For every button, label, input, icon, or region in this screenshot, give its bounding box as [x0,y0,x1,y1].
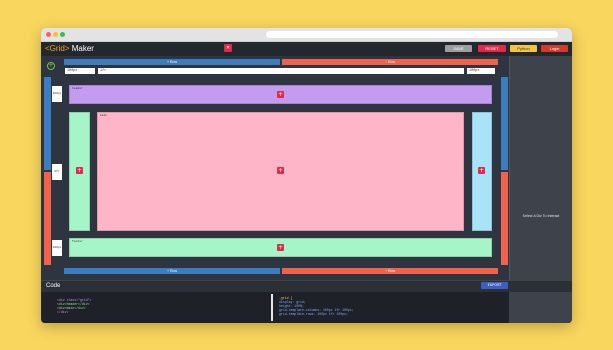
col-input-1[interactable]: 100px [65,68,95,74]
minimize-dot[interactable] [53,32,58,37]
trash-icon[interactable]: ✕ [224,44,232,52]
add-col-right-button[interactable] [501,77,508,170]
export-button[interactable]: EXPORT [481,282,508,289]
address-bar[interactable] [266,31,558,38]
properties-panel: Select A Div To Interact [509,56,572,308]
col-input-2[interactable]: 1fr [98,68,464,74]
code-title: Code [46,283,61,289]
add-row-top-button[interactable]: + Row [64,59,280,65]
save-label: SAVE [453,46,464,51]
python-button[interactable]: Python [510,45,537,52]
browser-chrome [41,28,572,42]
add-row-label: Row [170,60,178,64]
area-label: footer [72,240,83,243]
code-side-panel [509,292,572,323]
remove-row-label: Row [388,269,396,273]
add-row-label: Row [170,269,178,273]
add-area-button[interactable]: + [277,244,284,251]
python-label: Python [517,46,530,51]
area-label: header [72,87,83,90]
remove-col-left-button[interactable] [44,172,51,265]
add-area-button[interactable]: + [76,167,83,174]
add-col-left-button[interactable] [44,77,51,170]
remove-row-top-button[interactable]: − Row [282,59,498,65]
side-panel-message: Select A Div To Interact [522,214,560,218]
reset-label: RESET [485,46,499,51]
logo-text: Maker [71,44,94,53]
add-area-button[interactable]: + [478,167,485,174]
code-divider[interactable] [271,294,273,321]
css-code-line: grid-template-rows: 100px 1fr 100px; [279,312,348,316]
code-editor[interactable] [41,292,509,323]
login-button[interactable]: Login [541,45,568,52]
row-input-2[interactable]: 1fr [52,164,62,180]
row-input-3[interactable]: 100px [52,240,62,256]
add-circle-icon[interactable]: + [47,62,55,70]
close-dot[interactable] [46,32,51,37]
remove-row-bottom-button[interactable]: − Row [282,268,498,274]
add-row-bottom-button[interactable]: + Row [64,268,280,274]
maximize-dot[interactable] [60,32,65,37]
logo-tag: <Grid> [45,44,70,53]
add-area-button[interactable]: + [277,167,284,174]
html-code-line: </div> [57,310,69,314]
app-logo: <Grid> Maker [45,44,94,53]
export-label: EXPORT [487,283,502,287]
login-label: Login [549,46,560,51]
app-window: <Grid> Maker ✕ SAVE RESET Python Login S… [41,28,572,323]
reset-button[interactable]: RESET [478,45,506,52]
save-button[interactable]: SAVE [445,45,472,52]
row-input-1[interactable]: 100px [52,86,62,102]
col-input-3[interactable]: 100px [467,68,495,74]
remove-col-right-button[interactable] [501,172,508,265]
remove-row-label: Row [388,60,396,64]
add-area-button[interactable]: + [277,91,284,98]
area-label: main [100,114,108,117]
